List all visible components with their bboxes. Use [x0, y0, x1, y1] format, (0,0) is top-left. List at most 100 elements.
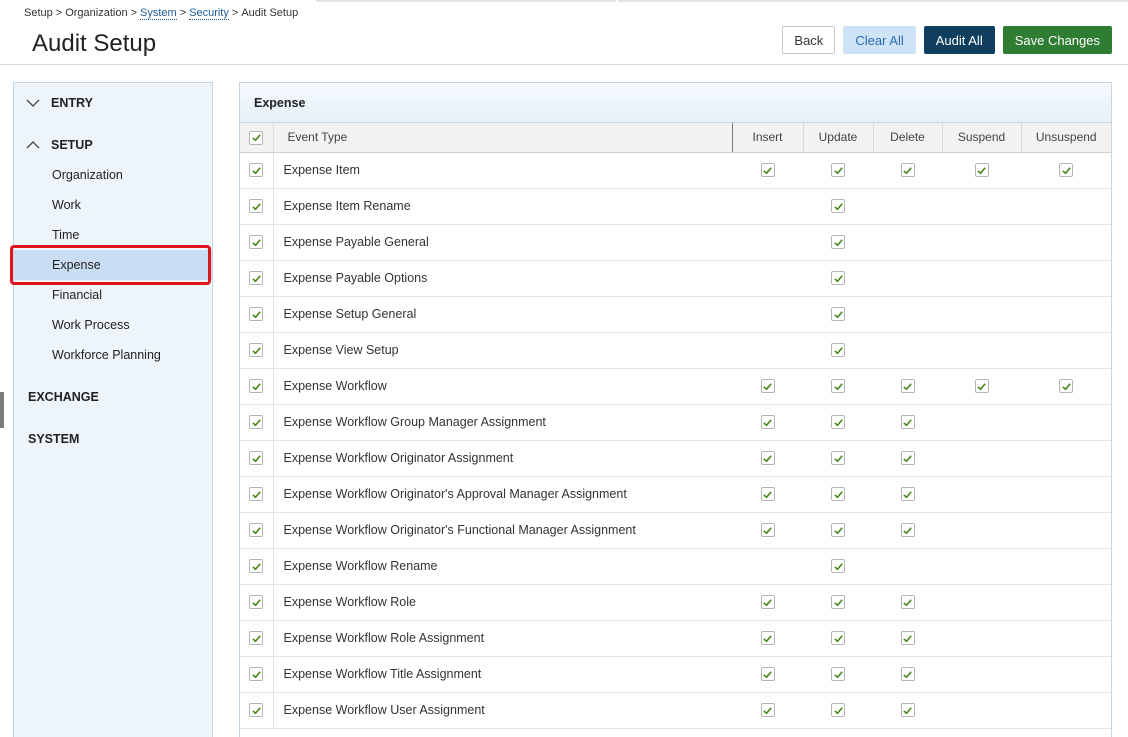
delete-checkbox[interactable]: [900, 415, 915, 430]
column-header-insert[interactable]: Insert: [731, 123, 803, 153]
update-checkbox[interactable]: [831, 271, 845, 286]
sidebar-group-entry[interactable]: ENTRY: [14, 91, 212, 115]
row-checkbox[interactable]: [249, 451, 264, 466]
row-select-cell: [240, 476, 274, 513]
update-checkbox[interactable]: [831, 415, 845, 430]
row-select-cell: [240, 584, 274, 621]
insert-cell: [732, 152, 803, 189]
insert-checkbox[interactable]: [760, 523, 775, 538]
update-checkbox[interactable]: [831, 667, 845, 682]
update-checkbox[interactable]: [831, 523, 845, 538]
table-row: Expense Workflow Originator Assignment: [240, 440, 1111, 477]
sidebar-group-exchange[interactable]: EXCHANGE: [14, 385, 212, 409]
save-changes-button[interactable]: Save Changes: [1002, 26, 1112, 54]
update-checkbox[interactable]: [831, 235, 845, 250]
unsuspend-cell: [1021, 224, 1111, 261]
unsuspend-checkbox[interactable]: [1059, 379, 1073, 394]
back-button[interactable]: Back: [782, 26, 836, 54]
breadcrumb-security[interactable]: Security: [189, 7, 229, 20]
insert-checkbox[interactable]: [760, 631, 775, 646]
suspend-checkbox[interactable]: [974, 379, 989, 394]
checkmark-icon: [833, 635, 843, 643]
insert-checkbox[interactable]: [760, 163, 775, 178]
checkmark-icon: [252, 311, 261, 319]
delete-checkbox[interactable]: [900, 523, 915, 538]
insert-checkbox[interactable]: [760, 595, 775, 610]
column-header-event-type[interactable]: Event Type: [272, 123, 733, 153]
breadcrumb-setup[interactable]: Setup: [24, 7, 53, 19]
select-all-checkbox[interactable]: [249, 130, 264, 145]
sidebar-item-work[interactable]: Work: [14, 190, 212, 220]
update-checkbox[interactable]: [831, 451, 845, 466]
row-checkbox[interactable]: [249, 559, 264, 574]
delete-checkbox[interactable]: [900, 163, 915, 178]
column-header-unsuspend[interactable]: Unsuspend: [1020, 123, 1111, 153]
column-header-delete[interactable]: Delete: [872, 123, 942, 153]
insert-checkbox[interactable]: [760, 451, 775, 466]
sidebar-item-financial[interactable]: Financial: [14, 280, 212, 310]
row-checkbox[interactable]: [249, 667, 264, 682]
update-cell: [803, 440, 873, 477]
sidebar-item-expense[interactable]: Expense: [14, 250, 212, 280]
update-cell: [803, 332, 873, 369]
insert-checkbox[interactable]: [760, 667, 775, 682]
update-checkbox[interactable]: [831, 343, 845, 358]
row-select-cell: [240, 620, 274, 657]
sidebar-item-organization[interactable]: Organization: [14, 160, 212, 190]
row-checkbox[interactable]: [249, 343, 264, 358]
row-checkbox[interactable]: [249, 271, 264, 286]
row-checkbox[interactable]: [249, 631, 264, 646]
audit-all-button[interactable]: Audit All: [923, 26, 995, 54]
row-checkbox[interactable]: [249, 199, 264, 214]
sidebar-group-system[interactable]: SYSTEM: [14, 427, 212, 451]
delete-checkbox[interactable]: [900, 487, 915, 502]
delete-checkbox[interactable]: [900, 631, 915, 646]
column-header-suspend[interactable]: Suspend: [941, 123, 1021, 153]
row-checkbox[interactable]: [249, 487, 264, 502]
row-checkbox[interactable]: [249, 595, 264, 610]
insert-checkbox[interactable]: [760, 379, 775, 394]
row-checkbox[interactable]: [249, 307, 264, 322]
suspend-checkbox[interactable]: [974, 163, 989, 178]
delete-checkbox[interactable]: [900, 703, 915, 718]
insert-checkbox[interactable]: [760, 415, 775, 430]
update-checkbox[interactable]: [831, 199, 845, 214]
sidebar-group-setup[interactable]: SETUP: [14, 133, 212, 157]
insert-cell: [732, 332, 803, 369]
column-resize-handle[interactable]: [731, 123, 733, 152]
update-checkbox[interactable]: [831, 631, 845, 646]
sidebar-item-workforce-planning[interactable]: Workforce Planning: [14, 340, 212, 370]
delete-checkbox[interactable]: [900, 595, 915, 610]
sidebar-group-label: SETUP: [51, 138, 93, 152]
unsuspend-checkbox[interactable]: [1059, 163, 1073, 178]
breadcrumb-organization[interactable]: Organization: [65, 7, 127, 19]
row-checkbox[interactable]: [249, 523, 264, 538]
sidebar-item-time[interactable]: Time: [14, 220, 212, 250]
update-checkbox[interactable]: [831, 487, 845, 502]
delete-checkbox[interactable]: [900, 451, 915, 466]
insert-checkbox[interactable]: [760, 487, 775, 502]
update-checkbox[interactable]: [831, 703, 845, 718]
delete-checkbox[interactable]: [900, 379, 915, 394]
row-checkbox[interactable]: [249, 379, 264, 394]
breadcrumb-system[interactable]: System: [140, 7, 177, 20]
row-checkbox[interactable]: [249, 235, 264, 250]
update-checkbox[interactable]: [831, 595, 845, 610]
table-body: Expense Item Expense Item Rename Expense P…: [240, 152, 1111, 729]
sidebar-item-work-process[interactable]: Work Process: [14, 310, 212, 340]
column-header-update[interactable]: Update: [802, 123, 873, 153]
row-checkbox[interactable]: [249, 415, 264, 430]
row-checkbox[interactable]: [249, 703, 264, 718]
resize-handle[interactable]: [0, 392, 4, 428]
update-checkbox[interactable]: [831, 379, 845, 394]
insert-checkbox[interactable]: [760, 703, 775, 718]
delete-checkbox[interactable]: [900, 667, 915, 682]
update-checkbox[interactable]: [831, 307, 845, 322]
update-checkbox[interactable]: [831, 559, 845, 574]
action-bar: Back Clear All Audit All Save Changes: [782, 26, 1112, 54]
update-checkbox[interactable]: [831, 163, 845, 178]
row-checkbox[interactable]: [249, 163, 264, 178]
clear-all-button[interactable]: Clear All: [843, 26, 916, 54]
checkmark-icon: [252, 383, 261, 391]
checkmark-icon: [252, 455, 261, 463]
